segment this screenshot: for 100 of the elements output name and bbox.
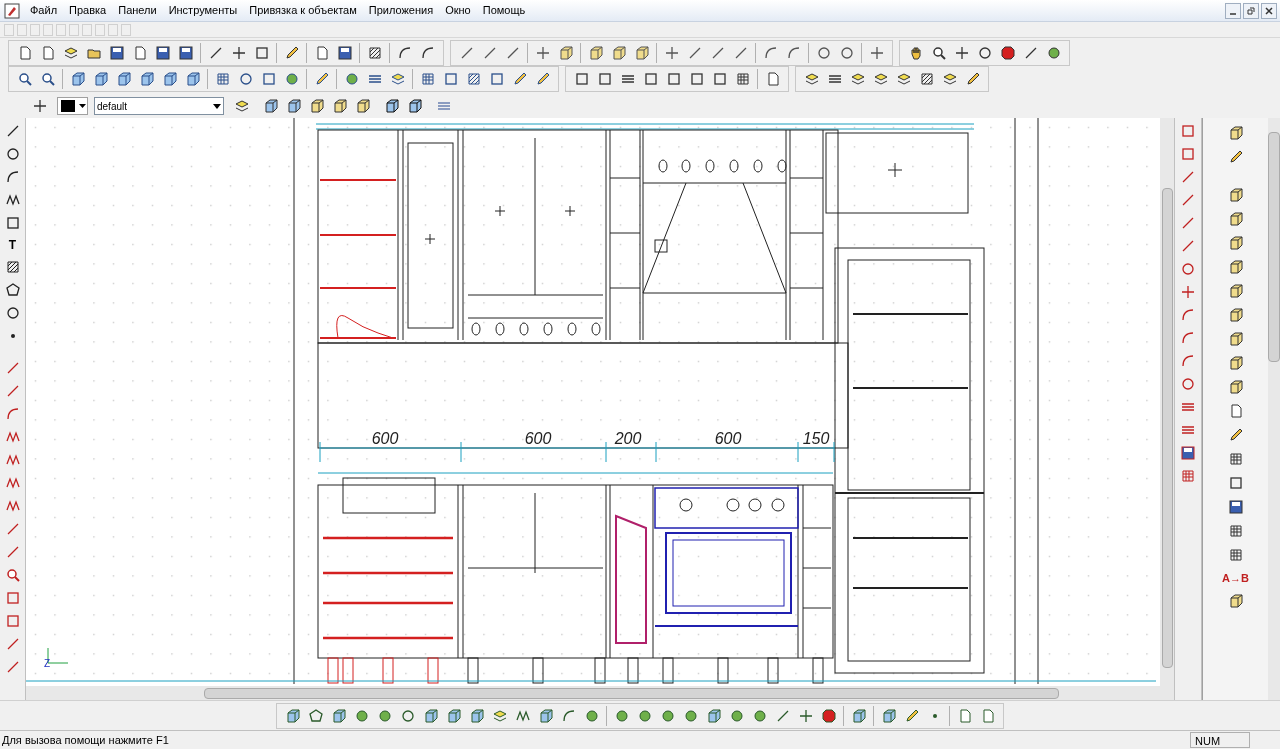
menu-item[interactable]: Правка	[63, 2, 113, 19]
rectangle-icon	[1180, 146, 1196, 162]
cube-icon	[1227, 331, 1244, 347]
save-icon	[1180, 445, 1196, 461]
cube-icon	[184, 71, 201, 87]
close-button[interactable]	[1261, 2, 1277, 19]
cube-icon	[115, 71, 132, 87]
dimension-label: 200	[614, 430, 642, 447]
scroll-thumb[interactable]	[1161, 188, 1173, 668]
circle-icon	[1180, 261, 1196, 277]
zigzag-icon	[4, 192, 21, 208]
pentagon-icon	[4, 282, 21, 298]
arc-icon	[419, 45, 436, 61]
layer-name: default	[96, 99, 129, 114]
crosshair-icon	[953, 45, 970, 61]
sphere-icon	[636, 707, 653, 724]
pencil-icon	[534, 71, 551, 87]
zigzag-icon	[4, 452, 21, 468]
rectangle-icon	[711, 71, 728, 87]
rectangle-icon	[1180, 123, 1196, 139]
grid-icon	[1180, 468, 1196, 484]
pencil-icon	[313, 71, 330, 87]
zigzag-icon	[4, 498, 21, 514]
color-picker[interactable]	[57, 97, 88, 115]
menu-item[interactable]: Окно	[439, 2, 477, 19]
menu-item[interactable]: Привязка к объектам	[243, 2, 363, 19]
crosshair-icon	[663, 45, 680, 61]
sphere-icon	[751, 707, 768, 724]
axis-label: Z	[44, 658, 51, 669]
restore-icon	[1247, 6, 1255, 15]
point-icon	[10, 334, 15, 338]
compare-tool[interactable]: A→B	[1220, 568, 1251, 588]
pencil-icon	[1227, 149, 1244, 165]
status-message: Для вызова помощи нажмите F1	[1, 732, 170, 748]
rectangle-icon	[642, 71, 659, 87]
cube-icon	[331, 98, 348, 114]
rectangle-icon	[488, 71, 505, 87]
cube-icon	[1227, 379, 1244, 395]
pencil-icon	[903, 707, 920, 724]
panel-scrollbar[interactable]	[1268, 118, 1280, 700]
rectangle-icon	[4, 613, 21, 629]
circle-icon	[1180, 376, 1196, 392]
app-logo-icon	[4, 2, 20, 19]
cube-icon	[1227, 355, 1244, 371]
minimize-button[interactable]	[1225, 2, 1241, 19]
text-tool[interactable]: T	[1, 235, 24, 255]
cube-icon	[138, 71, 155, 87]
cube-icon	[468, 707, 485, 724]
cube-icon	[705, 707, 722, 724]
close-icon	[1265, 6, 1273, 15]
sphere-icon	[1045, 45, 1062, 61]
scroll-thumb[interactable]	[204, 687, 1059, 699]
horizontal-scrollbar[interactable]	[26, 686, 1174, 700]
rectangle-icon	[596, 71, 613, 87]
layers-icon	[62, 45, 79, 61]
line-icon	[1180, 169, 1196, 185]
cube-icon	[161, 71, 178, 87]
grid-icon	[734, 71, 751, 87]
stop-icon	[820, 707, 837, 724]
arc-icon	[4, 406, 21, 422]
sphere-icon	[682, 707, 699, 724]
arc-icon	[1180, 353, 1196, 369]
cube-icon	[69, 71, 86, 87]
arc-icon	[4, 169, 21, 185]
menu-item[interactable]: Приложения	[362, 2, 440, 19]
cube-icon	[1227, 125, 1244, 141]
pencil-icon	[511, 71, 528, 87]
menu-item[interactable]: Файл	[24, 2, 64, 19]
zoom-icon	[16, 71, 33, 87]
layer-dropdown[interactable]: default	[94, 97, 224, 115]
zoom-icon	[4, 567, 21, 583]
arc-icon	[396, 45, 413, 61]
line-icon	[1180, 238, 1196, 254]
cube-icon	[1227, 283, 1244, 299]
sphere-icon	[659, 707, 676, 724]
crosshair-icon	[797, 707, 814, 724]
cube-icon	[354, 98, 371, 114]
rectangle-icon	[665, 71, 682, 87]
vertical-scrollbar[interactable]	[1160, 118, 1174, 686]
arc-icon	[762, 45, 779, 61]
scroll-thumb[interactable]	[1268, 132, 1280, 362]
crosshair-icon	[31, 98, 48, 114]
menu-item[interactable]: Помощь	[476, 2, 532, 19]
grid-icon	[419, 71, 436, 87]
cube-icon	[383, 98, 400, 114]
menu-item[interactable]: Панели	[112, 2, 163, 19]
sphere-icon	[583, 707, 600, 724]
sphere-icon	[376, 707, 393, 724]
zigzag-icon	[4, 429, 21, 445]
sphere-icon	[353, 707, 370, 724]
cube-icon	[406, 98, 423, 114]
arc-icon	[1180, 330, 1196, 346]
cube-icon	[1227, 259, 1244, 275]
cube-icon	[285, 98, 302, 114]
menu-item[interactable]: Инструменты	[162, 2, 244, 19]
save-icon	[336, 45, 353, 61]
sphere-icon	[283, 71, 300, 87]
zoom-icon	[39, 71, 56, 87]
cube-icon	[633, 45, 650, 61]
grid-icon	[1227, 523, 1244, 539]
